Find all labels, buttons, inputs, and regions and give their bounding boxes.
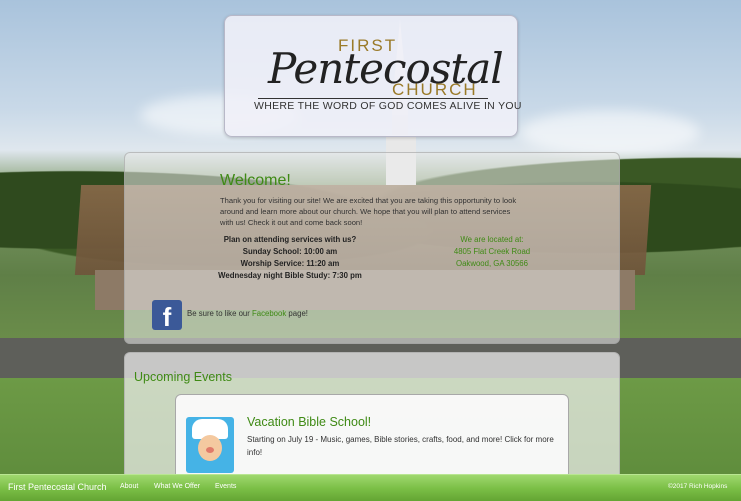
facebook-post-text: page!: [286, 309, 308, 318]
facebook-icon[interactable]: f: [152, 300, 182, 332]
service-sunday-school: Sunday School: 10:00 am: [242, 247, 338, 256]
address-line1[interactable]: 4805 Flat Creek Road: [430, 246, 554, 258]
nav-about[interactable]: About: [120, 483, 138, 490]
nav-events[interactable]: Events: [215, 483, 236, 490]
address-line2[interactable]: Oakwood, GA 30566: [430, 258, 554, 270]
location-block: We are located at: 4805 Flat Creek Road …: [430, 234, 554, 270]
facebook-pre-text: Be sure to like our: [187, 309, 253, 318]
cloud: [520, 110, 700, 155]
footer-copyright: ©2017 Rich Hopkins: [668, 483, 728, 490]
logo-divider: [258, 98, 488, 99]
footer-nav-bar: [0, 474, 741, 501]
services-heading: Plan on attending services with us?: [223, 235, 357, 244]
service-times: Plan on attending services with us? Sund…: [205, 234, 375, 282]
logo-church: CHURCH: [392, 80, 478, 99]
location-heading: We are located at:: [460, 235, 524, 244]
event-description[interactable]: Starting on July 19 - Music, games, Bibl…: [247, 434, 557, 459]
chef-mascot-image[interactable]: [186, 417, 234, 473]
facebook-link[interactable]: Facebook: [252, 309, 286, 318]
chef-nose: [206, 447, 214, 453]
service-worship: Worship Service: 11:20 am: [240, 259, 340, 268]
nav-what-we-offer[interactable]: What We Offer: [154, 483, 200, 490]
event-title[interactable]: Vacation Bible School!: [247, 415, 371, 429]
events-title: Upcoming Events: [134, 370, 232, 384]
service-bible-study: Wednesday night Bible Study: 7:30 pm: [218, 271, 362, 280]
logo-tagline: WHERE THE WORD OF GOD COMES ALIVE IN YOU: [254, 100, 522, 112]
footer-brand[interactable]: First Pentecostal Church: [8, 482, 107, 492]
welcome-body: Thank you for visiting our site! We are …: [220, 196, 517, 228]
facebook-callout: Be sure to like our Facebook page!: [187, 309, 308, 318]
welcome-title: Welcome!: [220, 172, 291, 189]
